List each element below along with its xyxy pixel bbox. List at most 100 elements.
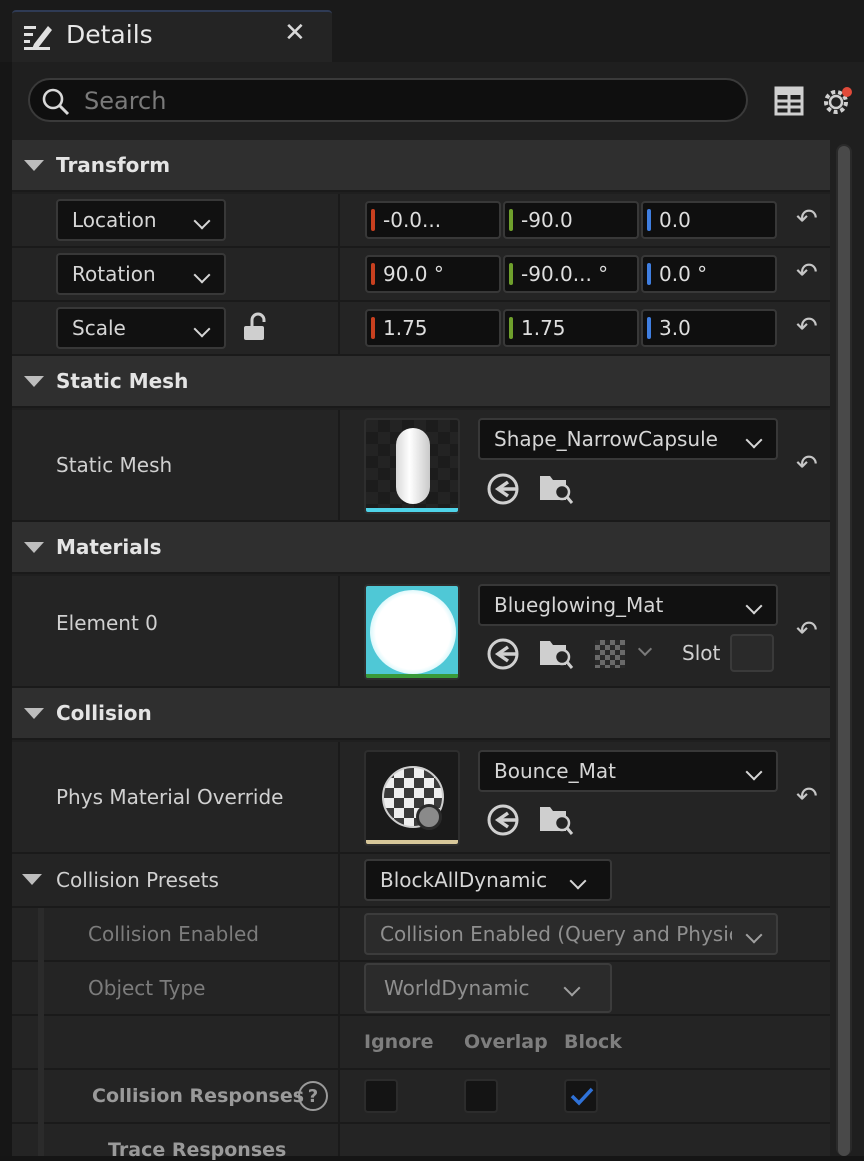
collision-responses-label: Collision Responses	[92, 1085, 305, 1107]
rotation-z-field[interactable]: 0.0 °	[641, 255, 777, 293]
object-type-label: Object Type	[88, 976, 206, 1000]
browse-asset-icon[interactable]	[538, 470, 574, 510]
category-title: Materials	[56, 535, 162, 559]
indent-guide	[38, 962, 44, 1016]
phys-material-thumbnail[interactable]	[364, 750, 460, 846]
material-asset-dropdown[interactable]: Blueglowing_Mat	[478, 584, 778, 626]
dropdown-value: Rotation	[72, 262, 156, 286]
reset-to-default-icon[interactable]: ↶	[796, 258, 818, 288]
help-icon[interactable]: ?	[298, 1081, 328, 1111]
y-axis-bar	[509, 209, 513, 231]
gear-icon[interactable]	[820, 84, 854, 122]
category-collision[interactable]: Collision	[12, 688, 830, 740]
material-thumbnail[interactable]	[364, 584, 460, 680]
indent-guide	[38, 1124, 44, 1156]
category-static-mesh[interactable]: Static Mesh	[12, 356, 830, 408]
use-selected-asset-icon[interactable]	[486, 637, 520, 675]
collapse-arrow-icon[interactable]	[24, 160, 44, 171]
rotation-mode-dropdown[interactable]: Rotation	[56, 253, 226, 295]
checkerboard-preview-icon[interactable]	[595, 640, 625, 668]
slot-label: Slot	[682, 641, 721, 665]
phys-material-label: Phys Material Override	[56, 785, 284, 809]
field-value: 0.0	[659, 208, 691, 232]
tab-details[interactable]: Details ✕	[12, 10, 332, 62]
collapse-arrow-icon[interactable]	[24, 708, 44, 719]
slot-field[interactable]	[730, 634, 774, 672]
x-axis-bar	[371, 263, 375, 285]
location-y-field[interactable]: -90.0	[503, 201, 639, 239]
category-materials[interactable]: Materials	[12, 522, 830, 574]
scale-mode-dropdown[interactable]: Scale	[56, 307, 226, 349]
field-value: 1.75	[521, 316, 566, 340]
collision-enabled-dropdown[interactable]: Collision Enabled (Query and Physics	[364, 913, 778, 955]
indent-guide	[38, 1016, 44, 1070]
browse-asset-icon[interactable]	[538, 635, 574, 675]
reset-to-default-icon[interactable]: ↶	[796, 204, 818, 234]
field-value: 90.0 °	[383, 262, 444, 286]
scale-x-field[interactable]: 1.75	[365, 309, 501, 347]
category-title: Collision	[56, 701, 152, 725]
trace-responses-label: Trace Responses	[108, 1139, 287, 1161]
location-mode-dropdown[interactable]: Location	[56, 199, 226, 241]
block-checkbox[interactable]	[564, 1079, 598, 1113]
field-value: 0.0 °	[659, 262, 708, 286]
collision-enabled-label: Collision Enabled	[88, 922, 259, 946]
use-selected-asset-icon[interactable]	[486, 803, 520, 841]
rotation-y-field[interactable]: -90.0... °	[503, 255, 639, 293]
block-column-header: Block	[564, 1031, 622, 1053]
y-axis-bar	[509, 317, 513, 339]
table-view-icon[interactable]	[774, 86, 804, 120]
reset-to-default-icon[interactable]: ↶	[796, 450, 818, 480]
static-mesh-asset-dropdown[interactable]: Shape_NarrowCapsule	[478, 418, 778, 460]
reset-to-default-icon[interactable]: ↶	[796, 616, 818, 646]
close-icon[interactable]: ✕	[284, 18, 306, 48]
field-value: -90.0... °	[521, 262, 609, 286]
panel-left-edge	[0, 62, 12, 1156]
indent-guide	[38, 908, 44, 962]
search-box[interactable]	[28, 78, 748, 122]
phys-material-asset-dropdown[interactable]: Bounce_Mat	[478, 750, 778, 792]
indent-guide	[38, 1070, 44, 1124]
chevron-down-icon	[569, 872, 587, 890]
reset-to-default-icon[interactable]: ↶	[796, 782, 818, 812]
unlock-icon[interactable]	[242, 312, 270, 346]
search-input[interactable]	[82, 84, 726, 118]
collapse-arrow-icon[interactable]	[22, 874, 42, 885]
dropdown-value: Bounce_Mat	[494, 759, 616, 783]
field-value: 3.0	[659, 316, 691, 340]
z-axis-bar	[647, 263, 651, 285]
collapse-arrow-icon[interactable]	[24, 542, 44, 553]
dropdown-value: Collision Enabled (Query and Physics	[380, 922, 732, 946]
scrollbar-thumb[interactable]	[838, 146, 850, 1156]
use-selected-asset-icon[interactable]	[486, 472, 520, 510]
collision-presets-dropdown[interactable]: BlockAllDynamic	[364, 859, 612, 901]
asset-type-underline	[366, 674, 458, 678]
chevron-down-icon	[745, 431, 763, 449]
x-axis-bar	[371, 317, 375, 339]
name-column	[12, 1016, 340, 1070]
category-transform[interactable]: Transform	[12, 140, 830, 192]
chevron-down-icon	[193, 266, 211, 284]
object-type-dropdown[interactable]: WorldDynamic	[364, 963, 612, 1013]
category-title: Transform	[56, 153, 171, 177]
rotation-x-field[interactable]: 90.0 °	[365, 255, 501, 293]
dropdown-value: Shape_NarrowCapsule	[494, 427, 718, 451]
chevron-down-icon	[563, 979, 581, 997]
location-z-field[interactable]: 0.0	[641, 201, 777, 239]
ignore-checkbox[interactable]	[364, 1079, 398, 1113]
chevron-down-icon	[745, 763, 763, 781]
scale-z-field[interactable]: 3.0	[641, 309, 777, 347]
x-axis-bar	[371, 209, 375, 231]
field-value: -90.0	[521, 208, 573, 232]
reset-to-default-icon[interactable]: ↶	[796, 312, 818, 342]
browse-asset-icon[interactable]	[538, 801, 574, 841]
collapse-arrow-icon[interactable]	[24, 376, 44, 387]
tab-title: Details	[66, 20, 153, 49]
static-mesh-thumbnail[interactable]	[364, 418, 460, 514]
overlap-checkbox[interactable]	[464, 1079, 498, 1113]
z-axis-bar	[647, 209, 651, 231]
scale-y-field[interactable]: 1.75	[503, 309, 639, 347]
category-title: Static Mesh	[56, 369, 189, 393]
chevron-down-icon	[193, 212, 211, 230]
location-x-field[interactable]: -0.0...	[365, 201, 501, 239]
